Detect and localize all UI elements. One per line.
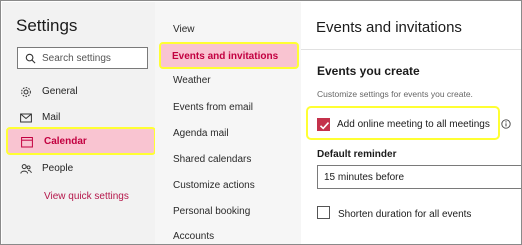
default-reminder-label: Default reminder <box>317 149 397 160</box>
section-title: Events you create <box>317 64 420 78</box>
panel-title: Events and invitations <box>316 19 462 36</box>
nav-item-shared-calendars[interactable]: Shared calendars <box>173 154 251 165</box>
shorten-duration-checkbox[interactable] <box>317 206 330 219</box>
panel-divider <box>301 49 521 50</box>
online-meeting-checkbox[interactable] <box>317 118 330 131</box>
settings-title: Settings <box>16 16 78 35</box>
shorten-duration-label: Shorten duration for all events <box>338 209 472 220</box>
nav-item-customize-actions[interactable]: Customize actions <box>173 180 255 191</box>
nav-item-weather[interactable]: Weather <box>173 75 211 86</box>
nav-item-accounts[interactable]: Accounts <box>173 231 214 242</box>
sidebar-item-people[interactable]: People <box>2 157 155 181</box>
online-meeting-label: Add online meeting to all meetings <box>337 119 490 130</box>
search-icon <box>25 53 36 64</box>
section-description: Customize settings for events you create… <box>317 89 473 99</box>
nav-item-agenda-mail[interactable]: Agenda mail <box>173 128 229 139</box>
sidebar-item-general[interactable]: General <box>2 80 155 104</box>
sidebar-item-label: Mail <box>42 112 61 123</box>
nav-item-personal-booking[interactable]: Personal booking <box>173 206 250 217</box>
nav-item-events-from-email[interactable]: Events from email <box>173 102 253 113</box>
default-reminder-select[interactable]: 15 minutes before <box>317 165 521 189</box>
settings-panel: Events and invitations Events you create… <box>301 2 521 244</box>
nav-item-label: Events and invitations <box>172 51 279 62</box>
people-icon <box>20 164 32 174</box>
sidebar-item-label: General <box>42 86 78 97</box>
gear-icon <box>21 87 31 97</box>
mail-icon <box>20 113 32 123</box>
sidebar-item-calendar[interactable]: Calendar <box>6 127 156 155</box>
calendar-settings-nav: View Events and invitations Weather Even… <box>155 2 301 244</box>
sidebar-item-label: Calendar <box>44 136 87 147</box>
view-quick-settings-link[interactable]: View quick settings <box>44 191 129 202</box>
settings-window: Settings General Mail <box>0 0 522 245</box>
info-icon[interactable] <box>501 119 511 129</box>
nav-item-events-and-invitations[interactable]: Events and invitations <box>159 42 299 69</box>
settings-sidebar: Settings General Mail <box>2 2 156 244</box>
checkmark-icon <box>319 122 330 130</box>
default-reminder-value: 15 minutes before <box>324 172 405 183</box>
calendar-icon <box>21 137 33 148</box>
sidebar-item-label: People <box>42 163 74 174</box>
nav-item-view[interactable]: View <box>173 24 195 35</box>
search-box[interactable] <box>17 47 148 69</box>
search-input[interactable] <box>42 50 146 66</box>
